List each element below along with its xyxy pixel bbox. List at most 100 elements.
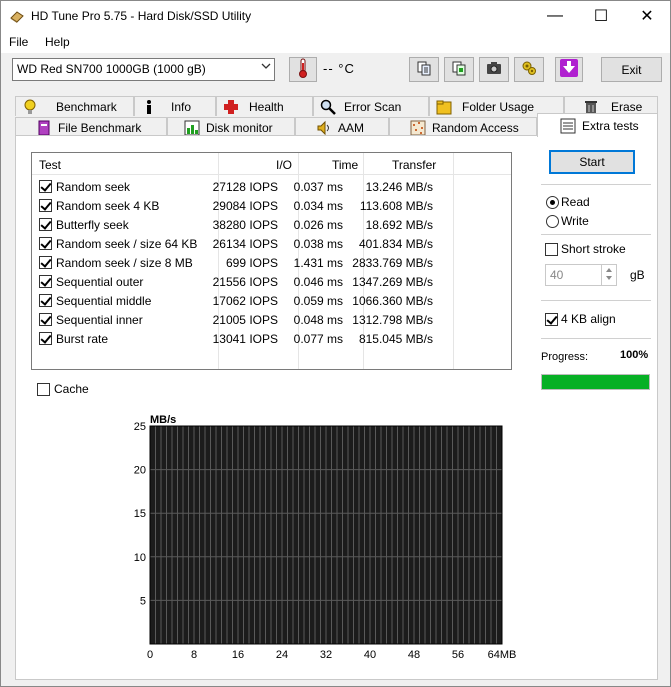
tab-aam-label: AAM (338, 120, 365, 135)
minimize-button[interactable]: — (532, 1, 578, 31)
menu-bar: File Help (1, 31, 670, 53)
header-io[interactable]: I/O (276, 158, 292, 172)
chart-x-tick-label: 64MB (488, 649, 517, 661)
test-io: 21005 IOPS (212, 313, 278, 327)
chart-x-tick-label: 40 (364, 649, 376, 661)
toolbar: WD Red SN700 1000GB (1000 gB) -- °C Exit (1, 53, 670, 89)
cache-checkbox[interactable] (37, 383, 50, 396)
save-button[interactable] (555, 57, 583, 82)
table-row: Sequential outer 21556 IOPS 0.046 ms 1347.2… (32, 272, 511, 291)
test-checkbox[interactable] (39, 180, 52, 193)
tab-info[interactable]: Info (134, 96, 216, 116)
tab-benchmark[interactable]: Benchmark (15, 96, 134, 116)
test-transfer: 1312.798 MB/s (352, 313, 433, 327)
tab-aam[interactable]: AAM (295, 117, 389, 137)
screenshot-button[interactable] (479, 57, 509, 82)
test-checkbox[interactable] (39, 313, 52, 326)
close-button[interactable]: ✕ (624, 1, 670, 31)
tab-file-benchmark[interactable]: File Benchmark (15, 117, 167, 137)
results-header: Test I/O Time Transfer (32, 153, 511, 175)
maximize-button[interactable]: ☐ (578, 1, 624, 31)
camera-icon (486, 61, 502, 78)
spinner-arrows[interactable] (601, 265, 616, 285)
options-button[interactable] (514, 57, 544, 82)
drive-select[interactable]: WD Red SN700 1000GB (1000 gB) (12, 58, 275, 81)
divider (541, 300, 651, 301)
tab-health[interactable]: Health (216, 96, 313, 116)
test-name: Sequential middle (56, 294, 152, 308)
header-time[interactable]: Time (332, 158, 358, 172)
copy-button[interactable] (409, 57, 439, 82)
test-io: 29084 IOPS (212, 199, 278, 213)
short-stroke-spinner[interactable]: 40 (545, 264, 617, 286)
copy-icon (416, 60, 432, 79)
cache-label: Cache (54, 382, 89, 396)
file-benchmark-icon (36, 120, 52, 136)
random-access-icon (410, 120, 426, 136)
chart-x-tick-label: 32 (320, 649, 332, 661)
align-4kb-checkbox[interactable] (545, 313, 558, 326)
chart-y-tick-label: 10 (134, 552, 146, 564)
test-checkbox[interactable] (39, 294, 52, 307)
chart-y-tick-label: 15 (134, 508, 146, 520)
results-table: Test I/O Time Transfer Random seek 27128 … (31, 152, 512, 370)
test-checkbox[interactable] (39, 237, 52, 250)
tab-disk-monitor[interactable]: Disk monitor (167, 117, 295, 137)
test-checkbox[interactable] (39, 332, 52, 345)
test-transfer: 1066.360 MB/s (352, 294, 433, 308)
tabs-bottom-row: File Benchmark Disk monitor AAM Random A… (15, 113, 658, 137)
title-bar: HD Tune Pro 5.75 - Hard Disk/SSD Utility… (1, 1, 670, 31)
benchmark-icon (22, 99, 38, 115)
extra-tests-icon (560, 118, 576, 134)
chart-y-tick-label: 25 (134, 421, 146, 433)
test-name: Butterfly seek (56, 218, 129, 232)
header-test[interactable]: Test (39, 158, 61, 172)
test-io: 699 IOPS (225, 256, 278, 270)
table-row: Random seek / size 64 KB 26134 IOPS 0.038 … (32, 234, 511, 253)
disk-monitor-icon (184, 120, 200, 136)
table-row: Random seek 4 KB 29084 IOPS 0.034 ms 113.60… (32, 196, 511, 215)
progress-percent: 100% (620, 349, 649, 361)
test-time: 0.048 ms (293, 313, 343, 327)
tab-benchmark-label: Benchmark (56, 99, 117, 114)
options-icon (521, 60, 537, 79)
test-checkbox[interactable] (39, 275, 52, 288)
tab-random-access-label: Random Access (432, 120, 519, 135)
drive-select-value: WD Red SN700 1000GB (1000 gB) (17, 62, 206, 76)
test-transfer: 18.692 MB/s (365, 218, 433, 232)
header-transfer[interactable]: Transfer (392, 158, 436, 172)
read-radio[interactable] (546, 196, 559, 209)
test-io: 26134 IOPS (212, 237, 278, 251)
hdtune-app-icon (9, 9, 25, 23)
copy-all-button[interactable] (444, 57, 474, 82)
copy-all-icon (451, 60, 467, 79)
test-transfer: 113.608 MB/s (359, 199, 433, 213)
thermometer-icon (297, 58, 309, 81)
test-checkbox[interactable] (39, 218, 52, 231)
short-stroke-checkbox[interactable] (545, 243, 558, 256)
tab-error-scan[interactable]: Error Scan (313, 96, 429, 116)
test-io: 38280 IOPS (212, 218, 278, 232)
tab-extra-tests[interactable]: Extra tests (537, 113, 658, 137)
menu-help[interactable]: Help (45, 35, 70, 49)
error-scan-icon (320, 99, 336, 115)
test-checkbox[interactable] (39, 199, 52, 212)
short-stroke-value: 40 (550, 268, 564, 282)
tab-random-access[interactable]: Random Access (389, 117, 537, 137)
exit-button[interactable]: Exit (601, 57, 662, 82)
start-button[interactable]: Start (549, 150, 635, 174)
test-time: 1.431 ms (293, 256, 343, 270)
test-checkbox[interactable] (39, 256, 52, 269)
test-transfer: 1347.269 MB/s (352, 275, 433, 289)
tab-folder-usage-label: Folder Usage (462, 99, 535, 114)
info-icon (141, 99, 157, 115)
chart-y-axis-label: MB/s (150, 414, 176, 426)
test-transfer: 13.246 MB/s (365, 180, 433, 194)
test-io: 13041 IOPS (212, 332, 278, 346)
temperature-button[interactable] (289, 57, 317, 82)
divider (541, 234, 651, 235)
menu-file[interactable]: File (9, 35, 28, 49)
tab-disk-monitor-label: Disk monitor (206, 120, 273, 135)
table-row: Random seek 27128 IOPS 0.037 ms 13.246 MB/s (32, 177, 511, 196)
write-radio[interactable] (546, 215, 559, 228)
